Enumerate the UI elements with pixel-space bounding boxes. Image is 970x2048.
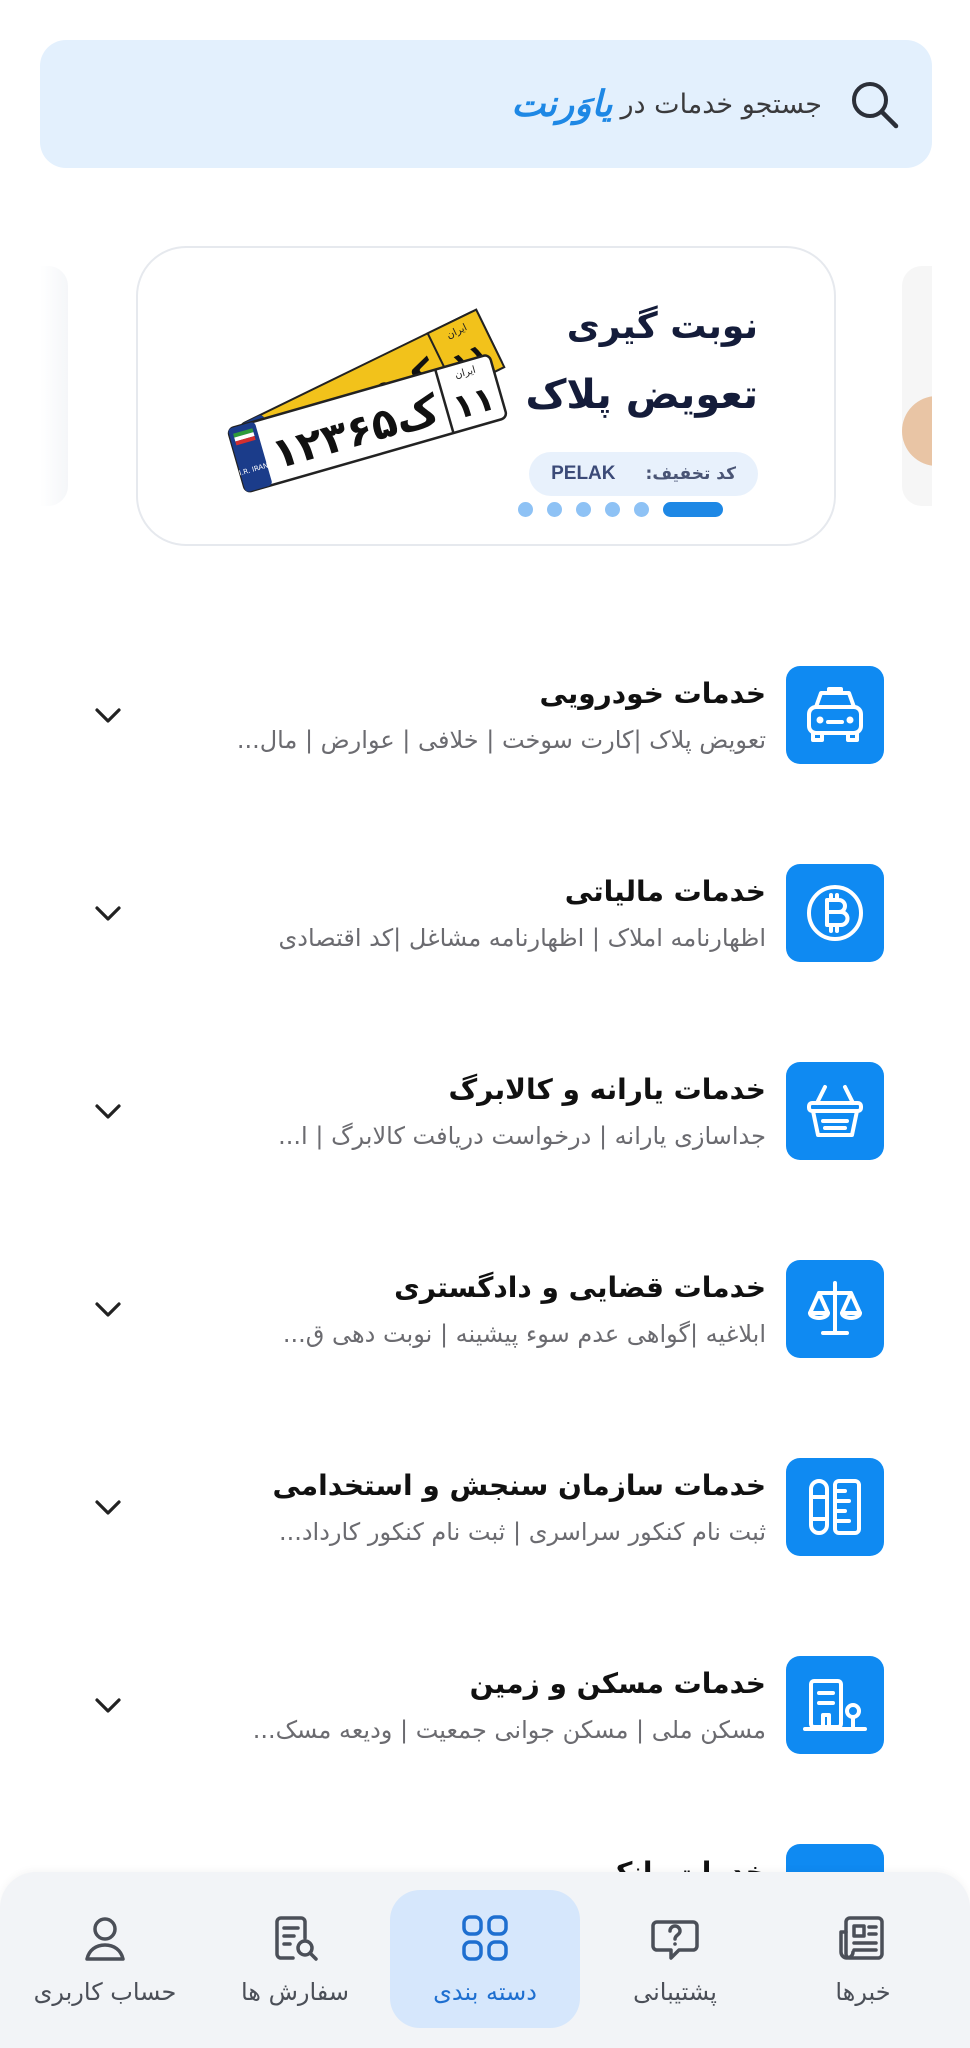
carousel-pagination bbox=[518, 502, 723, 517]
chevron-down-icon[interactable] bbox=[88, 893, 128, 933]
carousel-dot[interactable] bbox=[518, 502, 533, 517]
carousel-dot[interactable] bbox=[605, 502, 620, 517]
category-title: خدمات مسکن و زمین bbox=[469, 1666, 766, 1700]
carousel-dot[interactable] bbox=[547, 502, 562, 517]
nav-label: پشتیبانی bbox=[633, 1978, 717, 2006]
basket-icon bbox=[799, 1075, 871, 1147]
category-icon-tile bbox=[786, 666, 884, 764]
banner-title: نوبت گیری bbox=[566, 306, 758, 347]
category-subtitle: ابلاغیه |گواهی عدم سوء پیشینه | نوبت دهی… bbox=[282, 1319, 766, 1348]
bank-icon bbox=[786, 1844, 884, 1872]
chevron-down-icon[interactable] bbox=[88, 695, 128, 735]
license-plate-illustration: ایران ۱۱ ۱۲ک۳۶۵ I.R. IRAN ایران ۱۱ ۱۲ک۳۶… bbox=[227, 308, 508, 493]
nav-item-user[interactable]: حساب کاربری bbox=[10, 1890, 200, 2028]
banner-subtitle: تعویض پلاک bbox=[525, 372, 758, 418]
category-subtitle: ثبت نام کنکور سراسری | ثبت نام کنکور کار… bbox=[278, 1517, 766, 1546]
category-text: خدمات مسکن و زمین مسکن ملی | مسکن جوانی ج… bbox=[128, 1667, 766, 1744]
category-item[interactable]: خدمات سازمان سنجش و استخدامی ثبت نام کنکو… bbox=[70, 1447, 884, 1567]
category-title: خدمات سازمان سنجش و استخدامی bbox=[272, 1468, 766, 1502]
user-icon bbox=[79, 1912, 131, 1964]
category-item[interactable]: خدمات خودرویی تعویض پلاک |کارت سوخت | خلا… bbox=[70, 655, 884, 775]
search-bar[interactable]: جستجو خدمات در یاوَرنت bbox=[40, 40, 932, 168]
nav-item-support[interactable]: پشتیبانی bbox=[580, 1890, 770, 2028]
category-item[interactable]: خدمات مالیاتی اظهارنامه املاک | اظهارنامه… bbox=[70, 853, 884, 973]
category-text: خدمات خودرویی تعویض پلاک |کارت سوخت | خلا… bbox=[128, 677, 766, 754]
category-item[interactable]: خدمات یارانه و کالابرگ جداسازی یارانه | د… bbox=[70, 1051, 884, 1171]
category-icon-tile bbox=[786, 1260, 884, 1358]
category-subtitle: مسکن ملی | مسکن جوانی جمعیت | ودیعه مسک.… bbox=[252, 1715, 766, 1744]
category-item[interactable]: خدمات مسکن و زمین مسکن ملی | مسکن جوانی ج… bbox=[70, 1645, 884, 1765]
nav-item-grid[interactable]: دسته بندی bbox=[390, 1890, 580, 2028]
nav-label: حساب کاربری bbox=[33, 1978, 177, 2006]
previous-slide-peek[interactable] bbox=[40, 266, 68, 506]
building-icon bbox=[799, 1669, 871, 1741]
bottom-navigation: خبرها پشتیبانی دسته بندی سفارش ها حساب کاربر… bbox=[0, 1872, 970, 2048]
coin-icon bbox=[799, 877, 871, 949]
category-text: خدمات سازمان سنجش و استخدامی ثبت نام کنکو… bbox=[128, 1469, 766, 1546]
car-icon bbox=[799, 679, 871, 751]
chevron-down-icon[interactable] bbox=[88, 1091, 128, 1131]
search-placeholder: جستجو خدمات در bbox=[620, 88, 823, 120]
category-text: خدمات مالیاتی اظهارنامه املاک | اظهارنامه… bbox=[128, 875, 766, 952]
category-icon-tile bbox=[786, 1656, 884, 1754]
category-item[interactable]: خدمات قضایی و دادگستری ابلاغیه |گواهی عدم… bbox=[70, 1249, 884, 1369]
promo-label: کد تخفیف: bbox=[645, 464, 736, 484]
support-icon bbox=[649, 1912, 701, 1964]
banner-slide[interactable]: نوبت گیری تعویض پلاک کد تخفیف: PELAK ایر… bbox=[136, 246, 836, 546]
nav-label: خبرها bbox=[835, 1978, 891, 2006]
chevron-down-icon[interactable] bbox=[88, 1487, 128, 1527]
grid-icon bbox=[459, 1912, 511, 1964]
category-title: خدمات خودرویی bbox=[539, 676, 766, 710]
nav-label: دسته بندی bbox=[433, 1978, 537, 2006]
exam-icon bbox=[799, 1471, 871, 1543]
nav-item-orders[interactable]: سفارش ها bbox=[200, 1890, 390, 2028]
orders-icon bbox=[269, 1912, 321, 1964]
category-text: خدمات قضایی و دادگستری ابلاغیه |گواهی عدم… bbox=[128, 1271, 766, 1348]
promo-code-badge[interactable]: کد تخفیف: PELAK bbox=[529, 452, 758, 496]
nav-item-news[interactable]: خبرها bbox=[768, 1890, 958, 2028]
category-title: خدمات مالیاتی bbox=[564, 874, 766, 908]
brand-logo: یاوَرنت bbox=[511, 83, 613, 125]
category-subtitle: جداسازی یارانه | درخواست دریافت کالابرگ … bbox=[278, 1121, 766, 1150]
category-subtitle: اظهارنامه املاک | اظهارنامه مشاغل |کد اق… bbox=[278, 923, 766, 952]
next-slide-peek[interactable] bbox=[902, 266, 932, 506]
banner-carousel[interactable]: نوبت گیری تعویض پلاک کد تخفیف: PELAK ایر… bbox=[0, 246, 970, 546]
category-title: خدمات بانکی bbox=[70, 1856, 766, 1872]
category-text: خدمات یارانه و کالابرگ جداسازی یارانه | د… bbox=[128, 1073, 766, 1150]
carousel-dot[interactable] bbox=[663, 502, 723, 517]
nav-label: سفارش ها bbox=[240, 1978, 350, 2006]
category-item-partial[interactable]: خدمات بانکی bbox=[70, 1844, 884, 1872]
chevron-down-icon[interactable] bbox=[88, 1289, 128, 1329]
category-icon-tile bbox=[786, 1062, 884, 1160]
category-icon-tile bbox=[786, 864, 884, 962]
promo-code: PELAK bbox=[551, 463, 616, 484]
carousel-dot[interactable] bbox=[634, 502, 649, 517]
category-title: خدمات قضایی و دادگستری bbox=[394, 1270, 766, 1304]
chevron-down-icon[interactable] bbox=[88, 1685, 128, 1725]
category-subtitle: تعویض پلاک |کارت سوخت | خلافی | عوارض | … bbox=[236, 725, 766, 754]
search-icon bbox=[852, 82, 899, 129]
carousel-dot[interactable] bbox=[576, 502, 591, 517]
category-icon-tile bbox=[786, 1458, 884, 1556]
category-title: خدمات یارانه و کالابرگ bbox=[448, 1072, 766, 1106]
scale-icon bbox=[799, 1273, 871, 1345]
news-icon bbox=[837, 1912, 889, 1964]
